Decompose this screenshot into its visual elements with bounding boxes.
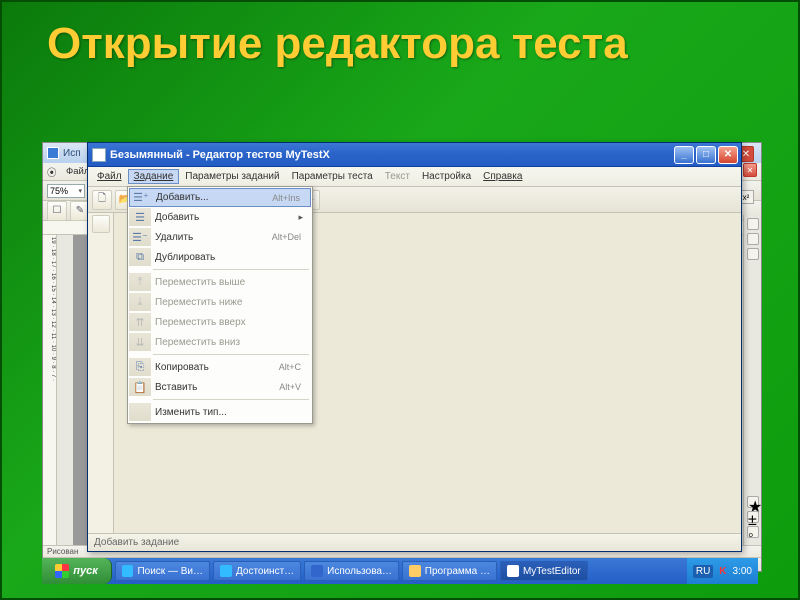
slide-title: Открытие редактора теста [47, 20, 628, 68]
delete-icon: ☰⁻ [129, 228, 151, 246]
taskbar-item-mytesteditor[interactable]: MyTestEditor [500, 561, 588, 581]
maximize-button[interactable]: □ [696, 146, 716, 164]
side-btn[interactable]: ± [747, 511, 759, 523]
menu-file[interactable]: Файл [91, 169, 128, 184]
menu-test-params[interactable]: Параметры теста [286, 169, 379, 184]
minimize-button[interactable]: _ [674, 146, 694, 164]
taskbar-item-search[interactable]: Поиск — Ви… [115, 561, 210, 581]
menu-text: Текст [379, 169, 416, 184]
menu-item-move-bottom: ⇊ Переместить вниз [129, 332, 311, 352]
ie-icon [122, 565, 133, 577]
menu-item-paste[interactable]: 📋 Вставить Alt+V [129, 377, 311, 397]
word-title: Исп [63, 148, 81, 159]
move-bottom-icon: ⇊ [129, 333, 151, 351]
word-app-icon [47, 147, 59, 159]
lang-indicator[interactable]: RU [693, 565, 713, 578]
menu-item-move-lower: ⤓ Переместить ниже [129, 292, 311, 312]
system-tray: RU K 3:00 [687, 558, 758, 584]
folder-icon [409, 565, 421, 577]
kaspersky-icon[interactable]: K [719, 566, 726, 577]
menu-item-change-type[interactable]: Изменить тип... [129, 402, 311, 422]
copy-icon: ⎘ [129, 358, 151, 376]
side-btn[interactable] [747, 233, 759, 245]
taskbar-item-dost[interactable]: Достоинст… [213, 561, 301, 581]
editor-left-panel [88, 213, 114, 533]
menu-item-move-top: ⇈ Переместить вверх [129, 312, 311, 332]
taskbar-item-folder[interactable]: Программа … [402, 561, 497, 581]
move-top-icon: ⇈ [129, 313, 151, 331]
menu-task-params[interactable]: Параметры заданий [179, 169, 285, 184]
menu-item-add-dialog[interactable]: ☰⁺ Добавить... Alt+Ins [129, 188, 311, 207]
zoom-combo[interactable]: 75% [47, 184, 85, 198]
editor-app-icon [92, 148, 106, 162]
duplicate-icon: ⧉ [129, 248, 151, 266]
menu-item-copy[interactable]: ⎘ Копировать Alt+C [129, 357, 311, 377]
editor-title: Безымянный - Редактор тестов MyTestX [110, 149, 330, 161]
paste-icon: 📋 [129, 378, 151, 396]
menu-item-duplicate[interactable]: ⧉ Дублировать [129, 247, 311, 267]
menu-item-move-higher: ⤒ Переместить выше [129, 272, 311, 292]
clock[interactable]: 3:00 [733, 566, 752, 577]
menu-help[interactable]: Справка [477, 169, 528, 184]
menu-item-add-submenu[interactable]: ☰ Добавить [129, 207, 311, 227]
blank-icon [129, 403, 151, 421]
side-btn[interactable]: ★ [747, 496, 759, 508]
start-button[interactable]: пуск [42, 558, 112, 584]
word-icon [311, 565, 323, 577]
add-list-icon: ☰⁺ [130, 189, 152, 207]
menu-settings[interactable]: Настройка [416, 169, 477, 184]
word-ruler-v: 19 · 18 · 17 · 16 · 15 · 14 · 13 · 12 · … [43, 235, 57, 545]
windows-taskbar: пуск Поиск — Ви… Достоинст… Использова… … [42, 558, 758, 584]
tb-new[interactable]: 🗋 [92, 190, 112, 210]
tool-btn[interactable]: ☐ [47, 201, 67, 221]
taskbar-item-word[interactable]: Использова… [304, 561, 399, 581]
word-close-doc[interactable]: ✕ [743, 163, 757, 177]
move-down-one-icon: ⤓ [129, 293, 151, 311]
ie-icon [220, 565, 232, 577]
side-btn[interactable] [747, 248, 759, 260]
editor-titlebar[interactable]: Безымянный - Редактор тестов MyTestX _ □… [88, 143, 741, 167]
side-btn[interactable]: ◦ [747, 526, 759, 538]
close-button[interactable]: ✕ [718, 146, 738, 164]
menu-task[interactable]: Задание [128, 169, 180, 184]
move-up-one-icon: ⤒ [129, 273, 151, 291]
task-menu-dropdown: ☰⁺ Добавить... Alt+Ins ☰ Добавить ☰⁻ Уда… [127, 186, 313, 424]
windows-logo-icon [55, 564, 69, 578]
editor-menu-bar: Файл Задание Параметры заданий Параметры… [88, 167, 741, 187]
word-right-side: ★ ± ◦ [743, 215, 761, 545]
menu-item-delete[interactable]: ☰⁻ Удалить Alt+Del [129, 227, 311, 247]
lp-btn[interactable] [92, 215, 110, 233]
side-btn[interactable] [747, 218, 759, 230]
editor-status-bar: Добавить задание [88, 533, 741, 551]
app-icon [507, 565, 519, 577]
word-menu-file[interactable]: Файл [66, 166, 89, 177]
add-icon: ☰ [129, 208, 151, 226]
